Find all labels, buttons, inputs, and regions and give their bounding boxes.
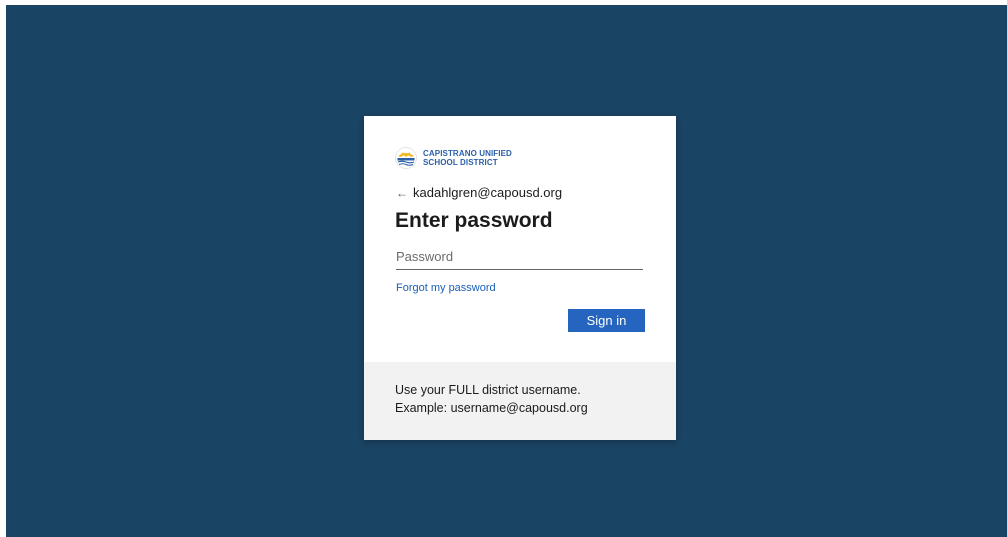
sign-in-card: CAPISTRANO UNIFIED SCHOOL DISTRICT ← kad… bbox=[364, 116, 676, 440]
help-text: Use your FULL district username. Example… bbox=[395, 381, 588, 417]
password-input[interactable] bbox=[396, 245, 643, 270]
help-text-line2: Example: username@capousd.org bbox=[395, 401, 588, 415]
sign-in-form: CAPISTRANO UNIFIED SCHOOL DISTRICT ← kad… bbox=[364, 116, 676, 362]
arrow-left-icon: ← bbox=[396, 185, 408, 200]
help-footer: Use your FULL district username. Example… bbox=[364, 362, 676, 440]
account-email: kadahlgren@capousd.org bbox=[413, 185, 563, 200]
forgot-password-link[interactable]: Forgot my password bbox=[396, 282, 496, 294]
help-text-line1: Use your FULL district username. bbox=[395, 383, 581, 397]
district-name-line2: SCHOOL DISTRICT bbox=[423, 158, 498, 167]
district-name-line1: CAPISTRANO UNIFIED bbox=[423, 149, 512, 158]
district-logo: CAPISTRANO UNIFIED SCHOOL DISTRICT bbox=[395, 147, 512, 169]
back-to-account-button[interactable]: ← kadahlgren@capousd.org bbox=[396, 185, 562, 200]
page-title: Enter password bbox=[395, 209, 553, 232]
sign-in-button[interactable]: Sign in bbox=[568, 309, 645, 332]
district-logo-icon bbox=[395, 147, 417, 169]
district-name: CAPISTRANO UNIFIED SCHOOL DISTRICT bbox=[423, 149, 512, 167]
page-background: CAPISTRANO UNIFIED SCHOOL DISTRICT ← kad… bbox=[6, 5, 1007, 537]
